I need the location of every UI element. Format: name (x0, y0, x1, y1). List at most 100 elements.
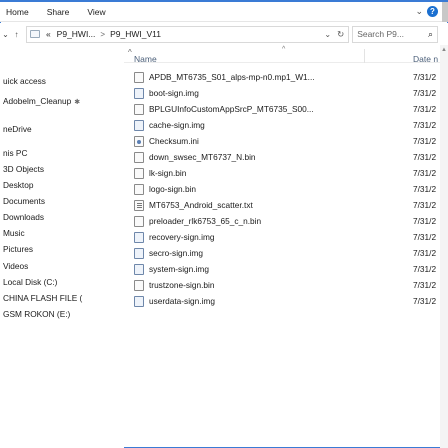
disk-image-icon (134, 87, 144, 99)
nav-item-this-pc[interactable]: nis PC (3, 148, 27, 158)
window-edge-right (440, 26, 448, 43)
nav-item-onedrive[interactable]: neDrive (3, 124, 32, 134)
breadcrumb-item[interactable]: P9_HWI... (54, 29, 99, 39)
file-date: 7/31/2 (413, 104, 437, 114)
disk-image-icon (134, 231, 144, 243)
scroll-up-arrow-icon[interactable]: ▲ (441, 47, 447, 53)
history-dropdown-icon[interactable]: ⌄ (0, 30, 11, 39)
file-row[interactable]: preloader_rlk6753_65_c_n.bin 7/31/2 (134, 214, 446, 228)
nav-item-pictures[interactable]: Pictures (3, 244, 33, 254)
file-row[interactable]: MT6753_Android_scatter.txt 7/31/2 (134, 198, 446, 212)
nav-item-china-flash-file[interactable]: CHINA FLASH FILE ( (3, 293, 82, 303)
settings-file-icon (134, 135, 144, 147)
file-row[interactable]: APDB_MT6735_S01_alps-mp-n0.mp1_W1... 7/31… (134, 70, 446, 84)
file-row[interactable]: secro-sign.img 7/31/2 (134, 246, 446, 260)
file-date: 7/31/2 (413, 216, 437, 226)
file-name: boot-sign.img (149, 88, 199, 98)
file-row[interactable]: lk-sign.bin 7/31/2 (134, 166, 446, 180)
file-row[interactable]: logo-sign.bin 7/31/2 (134, 182, 446, 196)
nav-item-downloads[interactable]: Downloads (3, 212, 44, 222)
file-icon (134, 71, 144, 83)
collapse-icon[interactable]: ^ (128, 48, 132, 57)
file-name: down_swsec_MT6737_N.bin (149, 152, 256, 162)
search-input[interactable]: Search P9... ⌕ (352, 25, 438, 43)
tab-view[interactable]: View (78, 2, 114, 22)
file-row[interactable]: system-sign.img 7/31/2 (134, 262, 446, 276)
file-icon (134, 183, 144, 195)
address-bar[interactable]: « P9_HWI... > P9_HWI_V11 ⌄ ↻ (25, 25, 350, 43)
file-name: logo-sign.bin (149, 184, 197, 194)
nav-item-videos[interactable]: Videos (3, 261, 28, 271)
file-row[interactable]: userdata-sign.img 7/31/2 (134, 294, 446, 308)
file-date: 7/31/2 (413, 296, 437, 306)
sort-ascending-icon: ^ (282, 46, 286, 53)
file-row[interactable]: cache-sign.img 7/31/2 (134, 118, 446, 132)
breadcrumb-overflow[interactable]: « (43, 29, 54, 39)
disk-image-icon (134, 119, 144, 131)
file-icon (134, 151, 144, 163)
column-header-name[interactable]: Name (134, 54, 157, 64)
tab-home[interactable]: Home (0, 2, 38, 22)
disk-image-icon (134, 247, 144, 259)
file-icon (134, 167, 144, 179)
file-date: 7/31/2 (413, 200, 437, 210)
search-icon[interactable]: ⌕ (424, 29, 437, 40)
nav-item-label: Adobelm_Cleanup (3, 96, 72, 106)
nav-item-gsm-rokon-e[interactable]: GSM ROKON (E:) (3, 309, 70, 319)
file-icon (134, 215, 144, 227)
file-date: 7/31/2 (413, 184, 437, 194)
address-dropdown-icon[interactable]: ⌄ (322, 30, 333, 39)
nav-item-adobelm-cleanup[interactable]: Adobelm_Cleanup ✱ (3, 96, 80, 106)
navigation-pane: uick access Adobelm_Cleanup ✱ neDrive nis… (0, 45, 124, 448)
file-date: 7/31/2 (413, 280, 437, 290)
breadcrumb-separator[interactable]: > (98, 30, 107, 39)
file-row[interactable]: down_swsec_MT6737_N.bin 7/31/2 (134, 150, 446, 164)
file-name: preloader_rlk6753_65_c_n.bin (149, 216, 262, 226)
column-divider[interactable] (364, 49, 365, 63)
breadcrumb-item-current[interactable]: P9_HWI_V11 (107, 29, 164, 39)
refresh-icon[interactable]: ↻ (333, 29, 348, 40)
text-file-icon (134, 199, 144, 211)
folder-icon (29, 30, 40, 38)
nav-item-local-disk-c[interactable]: Local Disk (C:) (3, 277, 57, 287)
file-name: system-sign.img (149, 264, 209, 274)
file-date: 7/31/2 (413, 248, 437, 258)
file-name: secro-sign.img (149, 248, 203, 258)
file-icon (134, 279, 144, 291)
file-name: userdata-sign.img (149, 296, 215, 306)
pin-icon: ✱ (74, 99, 81, 106)
file-date: 7/31/2 (413, 168, 437, 178)
file-date: 7/31/2 (413, 72, 437, 82)
file-name: trustzone-sign.bin (149, 280, 215, 290)
column-header-date[interactable]: Date n (413, 54, 438, 64)
file-date: 7/31/2 (413, 232, 437, 242)
file-row[interactable]: Checksum.ini 7/31/2 (134, 134, 446, 148)
file-date: 7/31/2 (413, 88, 437, 98)
disk-image-icon (134, 295, 144, 307)
nav-item-documents[interactable]: Documents (3, 196, 45, 206)
address-bar-row: ⌄ ↑ « P9_HWI... > P9_HWI_V11 ⌄ ↻ Search … (0, 23, 448, 45)
nav-item-music[interactable]: Music (3, 228, 25, 238)
file-row[interactable]: BPLGUInfoCustomAppSrcP_MT6735_S00... 7/31… (134, 102, 446, 116)
file-name: recovery-sign.img (149, 232, 215, 242)
ribbon: Home Share View ⌄ ? (0, 1, 448, 22)
file-row[interactable]: recovery-sign.img 7/31/2 (134, 230, 446, 244)
window-edge (442, 1, 448, 22)
help-icon[interactable]: ? (427, 6, 438, 17)
file-row[interactable]: boot-sign.img 7/31/2 (134, 86, 446, 100)
chevron-down-icon[interactable]: ⌄ (411, 6, 427, 17)
file-name: MT6753_Android_scatter.txt (149, 200, 253, 210)
file-name: lk-sign.bin (149, 168, 187, 178)
nav-item-desktop[interactable]: Desktop (3, 180, 33, 190)
file-list-pane: ^ Name ^ Date n APDB_MT6735_S01_alps-mp-… (124, 45, 448, 448)
nav-item-quick-access[interactable]: uick access (3, 76, 46, 86)
vertical-scrollbar[interactable]: ▲ (440, 45, 448, 448)
column-header-row: ^ Name ^ Date n (124, 45, 448, 64)
nav-item-3d-objects[interactable]: 3D Objects (3, 164, 44, 174)
file-name: APDB_MT6735_S01_alps-mp-n0.mp1_W1... (149, 72, 315, 82)
up-arrow-icon[interactable]: ↑ (11, 30, 22, 39)
file-icon (134, 103, 144, 115)
file-name: cache-sign.img (149, 120, 205, 130)
file-row[interactable]: trustzone-sign.bin 7/31/2 (134, 278, 446, 292)
tab-share[interactable]: Share (38, 2, 79, 22)
